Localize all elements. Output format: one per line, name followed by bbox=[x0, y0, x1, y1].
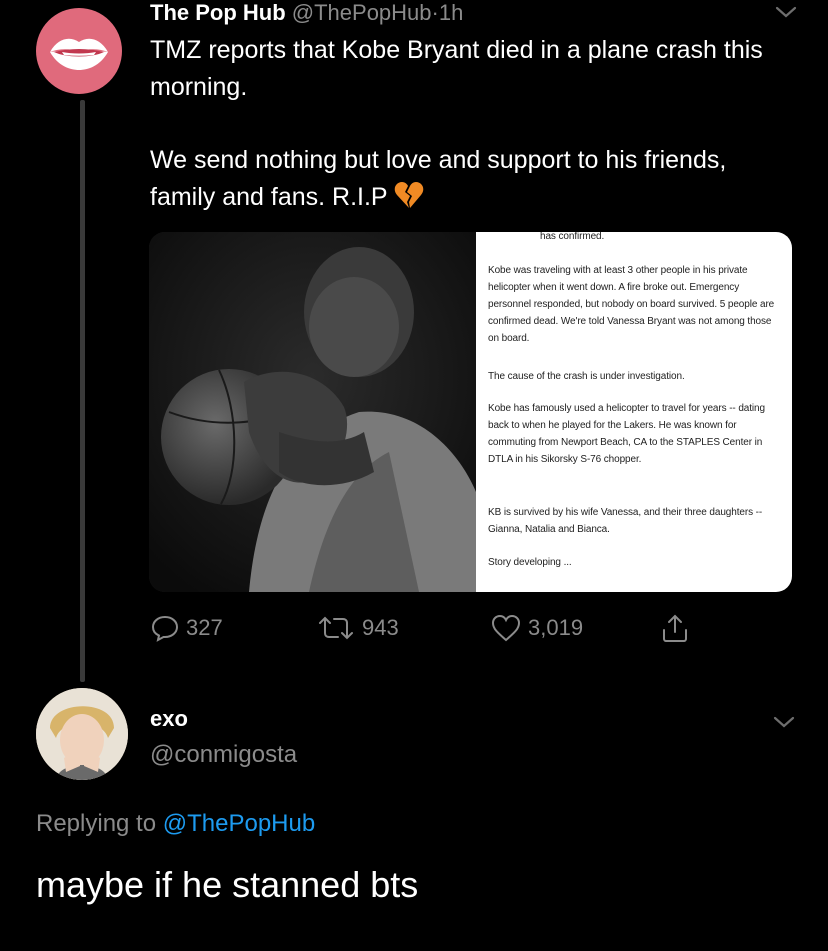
tweet-media[interactable]: has confirmed. Kobe was traveling with a… bbox=[149, 232, 792, 592]
chevron-down-icon[interactable] bbox=[774, 4, 798, 20]
tweet-header: The Pop Hub @ThePopHub·1h bbox=[150, 0, 463, 26]
avatar[interactable] bbox=[36, 8, 122, 94]
reply-author-name[interactable]: exo bbox=[150, 706, 188, 732]
author-name[interactable]: The Pop Hub bbox=[150, 0, 286, 25]
avatar[interactable] bbox=[36, 688, 128, 780]
tweet-text: TMZ reports that Kobe Bryant died in a p… bbox=[150, 32, 780, 220]
like-button[interactable]: 3,019 bbox=[490, 612, 583, 644]
article-paragraph: The cause of the crash is under investig… bbox=[488, 371, 685, 382]
separator: · bbox=[431, 0, 439, 25]
broken-heart-icon bbox=[394, 181, 424, 220]
replying-prefix: Replying to bbox=[36, 810, 157, 837]
article-paragraph: Kobe was traveling with at least 3 other… bbox=[488, 265, 775, 344]
lips-icon bbox=[50, 38, 108, 70]
replying-mention-link[interactable]: @ThePopHub bbox=[163, 810, 315, 837]
heart-icon bbox=[491, 614, 521, 642]
tweet-time[interactable]: 1h bbox=[439, 0, 463, 25]
thread-line bbox=[80, 100, 85, 682]
replying-to: Replying to @ThePopHub bbox=[36, 810, 315, 838]
author-handle[interactable]: @ThePopHub bbox=[292, 0, 432, 25]
share-button[interactable] bbox=[660, 612, 696, 644]
article-paragraph: Story developing ... bbox=[488, 557, 572, 568]
retweet-count: 943 bbox=[362, 615, 399, 640]
tweet-text-line2: We send nothing but love and support to … bbox=[150, 146, 727, 211]
comment-icon bbox=[151, 615, 179, 642]
like-count: 3,019 bbox=[528, 615, 584, 640]
retweet-icon bbox=[319, 616, 353, 640]
article-paragraph: Kobe has famously used a helicopter to t… bbox=[488, 403, 765, 465]
tweet-text-line1: TMZ reports that Kobe Bryant died in a p… bbox=[150, 36, 763, 101]
article-header: has confirmed. bbox=[540, 232, 605, 242]
kobe-photo bbox=[149, 232, 476, 592]
share-icon bbox=[663, 614, 687, 642]
reply-text: maybe if he stanned bts bbox=[36, 864, 419, 905]
retweet-button[interactable]: 943 bbox=[316, 612, 399, 644]
article-screenshot: has confirmed. Kobe was traveling with a… bbox=[476, 232, 792, 592]
article-paragraph: KB is survived by his wife Vanessa, and … bbox=[488, 507, 763, 535]
chevron-down-icon[interactable] bbox=[772, 714, 796, 730]
reply-author-handle[interactable]: @conmigosta bbox=[150, 741, 297, 769]
reply-count: 327 bbox=[186, 615, 223, 640]
reply-button[interactable]: 327 bbox=[150, 612, 223, 644]
